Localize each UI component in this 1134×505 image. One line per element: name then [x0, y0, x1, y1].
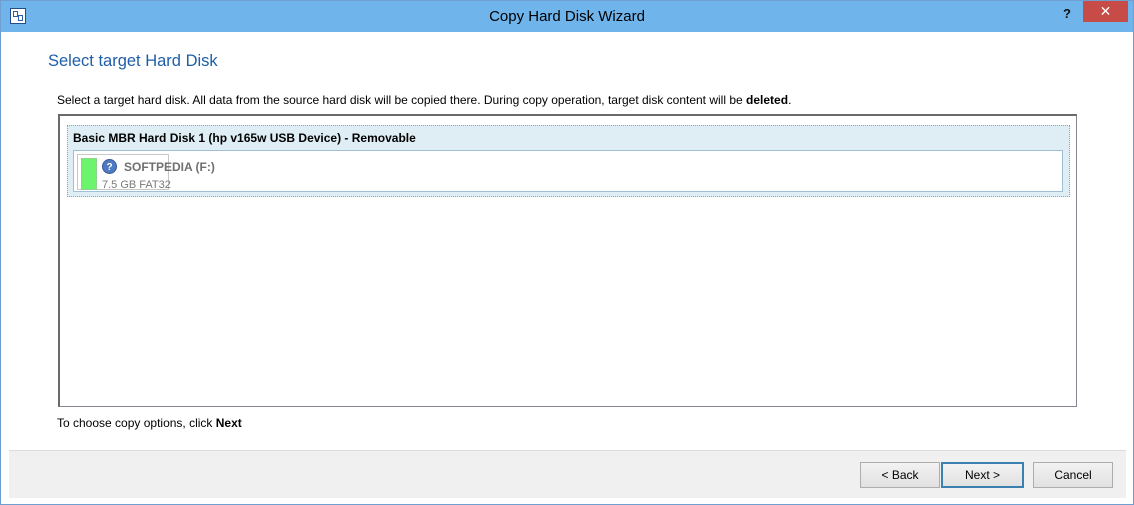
hint-emphasis: Next [215, 416, 242, 430]
button-bar: < Back Next > Cancel [9, 450, 1126, 498]
partition-item[interactable]: ? SOFTPEDIA (F:) 7.5 GB FAT32 [77, 154, 215, 191]
close-button[interactable]: ✕ [1083, 1, 1128, 22]
cancel-button[interactable]: Cancel [1033, 462, 1113, 488]
page-title: Select target Hard Disk [48, 52, 218, 70]
instruction-emphasis: deleted [746, 93, 789, 107]
hint-text: To choose copy options, click Next [57, 416, 242, 430]
partition-info: 7.5 GB FAT32 [102, 179, 171, 191]
disk-title: Basic MBR Hard Disk 1 (hp v165w USB Devi… [73, 131, 416, 145]
wizard-content: Select target Hard Disk Select a target … [9, 32, 1126, 450]
disk-entry[interactable]: Basic MBR Hard Disk 1 (hp v165w USB Devi… [67, 125, 1070, 197]
partition-usage-bar [81, 158, 97, 190]
hint-main: To choose copy options, click [57, 416, 216, 430]
back-button[interactable]: < Back [860, 462, 940, 488]
next-button[interactable]: Next > [941, 462, 1024, 488]
window-title: Copy Hard Disk Wizard [489, 8, 645, 25]
instruction-main: Select a target hard disk. All data from… [57, 93, 747, 107]
instruction-text: Select a target hard disk. All data from… [57, 93, 791, 107]
help-button[interactable]: ? [1054, 4, 1080, 24]
partition-name: SOFTPEDIA (F:) [124, 160, 215, 174]
wizard-window: Copy Hard Disk Wizard ? ✕ Select target … [0, 0, 1134, 505]
title-bar[interactable]: Copy Hard Disk Wizard ? ✕ [1, 1, 1133, 32]
disk-list[interactable]: Basic MBR Hard Disk 1 (hp v165w USB Devi… [58, 114, 1077, 407]
instruction-end: . [788, 93, 792, 107]
partition-map: ? SOFTPEDIA (F:) 7.5 GB FAT32 [73, 150, 1063, 192]
question-icon: ? [102, 159, 117, 174]
